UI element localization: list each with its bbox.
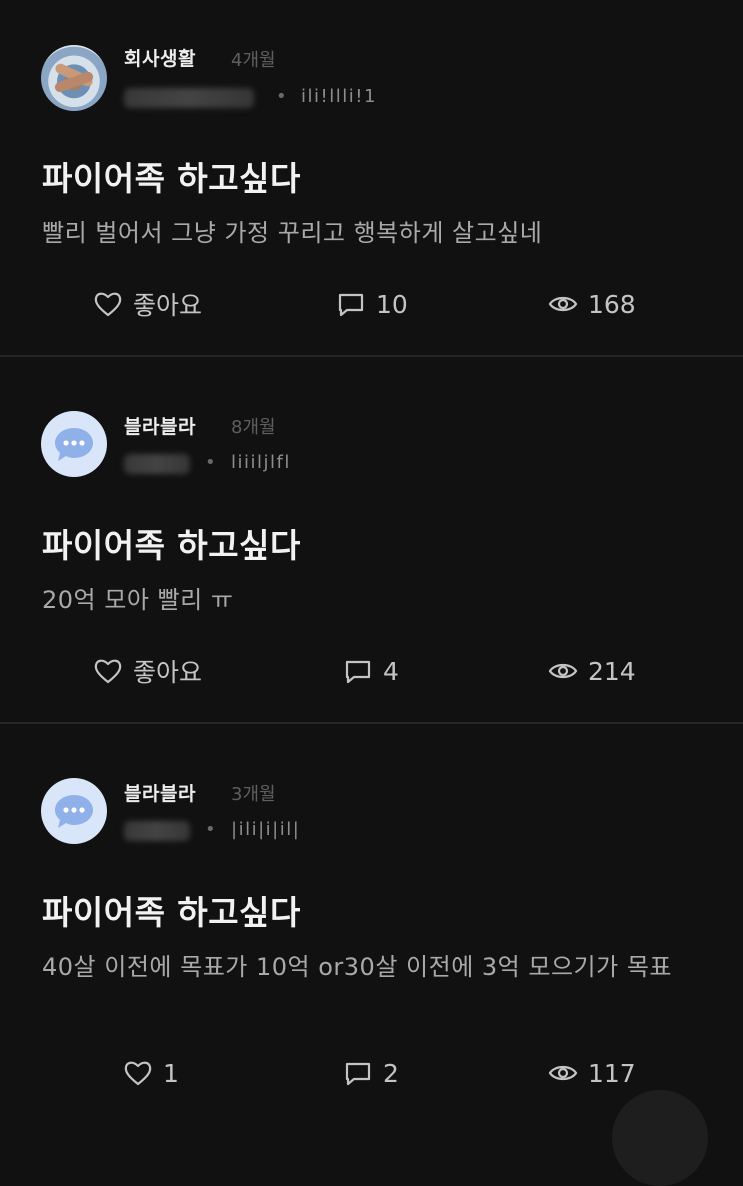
eye-icon [548, 296, 578, 312]
comment-button[interactable]: 4 [343, 654, 399, 688]
like-count: 1 [163, 1058, 179, 1088]
author-nickname: ili!llli!1 [301, 86, 377, 107]
like-button[interactable]: 1 [123, 1056, 179, 1090]
view-count: 168 [548, 287, 636, 321]
post-title[interactable]: 파이어족 하고싶다 [42, 886, 301, 934]
board-name[interactable]: 회사생활 [124, 44, 196, 71]
post-title[interactable]: 파이어족 하고싶다 [42, 519, 301, 567]
post-card[interactable]: 블라블라 8개월 • liiiljlfl 파이어족 하고싶다 20억 모아 빨리… [0, 357, 743, 723]
like-label: 좋아요 [133, 291, 203, 320]
like-button[interactable]: 좋아요 [93, 287, 202, 321]
avatar[interactable] [41, 411, 107, 477]
avatar[interactable] [41, 778, 107, 844]
post-time: 8개월 [231, 417, 276, 438]
post-time: 3개월 [231, 784, 276, 805]
chat-bubble-icon [55, 428, 93, 461]
comment-count: 4 [383, 656, 399, 686]
view-count-value: 117 [588, 1058, 636, 1088]
comment-count: 2 [383, 1058, 399, 1088]
post-card[interactable]: 블라블라 3개월 • |ili|i|il| 파이어족 하고싶다 40살 이전에 … [0, 724, 743, 1117]
separator-dot: • [205, 452, 216, 473]
like-button[interactable]: 좋아요 [93, 654, 202, 688]
author-nickname: |ili|i|il| [231, 819, 301, 840]
board-name[interactable]: 블라블라 [124, 412, 196, 439]
comment-icon [345, 1062, 371, 1086]
comment-icon [345, 660, 371, 684]
view-count: 214 [548, 654, 636, 688]
company-name-blurred [124, 821, 190, 841]
comment-count: 10 [376, 289, 408, 319]
post-body[interactable]: 빨리 벌어서 그냥 가정 꾸리고 행복하게 살고싶네 [42, 217, 702, 250]
post-card[interactable]: 회사생활 4개월 • ili!llli!1 파이어족 하고싶다 빨리 벌어서 그… [0, 0, 743, 356]
comment-icon [338, 293, 364, 317]
like-label: 좋아요 [133, 658, 203, 687]
comment-button[interactable]: 2 [343, 1056, 399, 1090]
separator-dot: • [276, 86, 287, 107]
heart-icon [94, 292, 122, 317]
view-count: 117 [548, 1056, 636, 1090]
eye-icon [548, 1065, 578, 1081]
view-count-value: 168 [588, 289, 636, 319]
floating-action-button[interactable] [612, 1090, 708, 1186]
eye-icon [548, 663, 578, 679]
post-body[interactable]: 20억 모아 빨리 ㅠ [42, 584, 702, 617]
separator-dot: • [205, 819, 216, 840]
author-nickname: liiiljlfl [231, 452, 291, 473]
post-time: 4개월 [231, 50, 276, 71]
view-count-value: 214 [588, 656, 636, 686]
company-name-blurred [124, 454, 190, 474]
comment-button[interactable]: 10 [336, 287, 408, 321]
company-name-blurred [124, 88, 254, 108]
chat-bubble-icon [55, 795, 93, 828]
post-title[interactable]: 파이어족 하고싶다 [42, 152, 301, 200]
board-name[interactable]: 블라블라 [124, 779, 196, 806]
post-body[interactable]: 40살 이전에 목표가 10억 or30살 이전에 3억 모으기가 목표 [42, 951, 702, 984]
avatar[interactable] [41, 45, 107, 111]
heart-icon [124, 1061, 152, 1086]
heart-icon [94, 659, 122, 684]
